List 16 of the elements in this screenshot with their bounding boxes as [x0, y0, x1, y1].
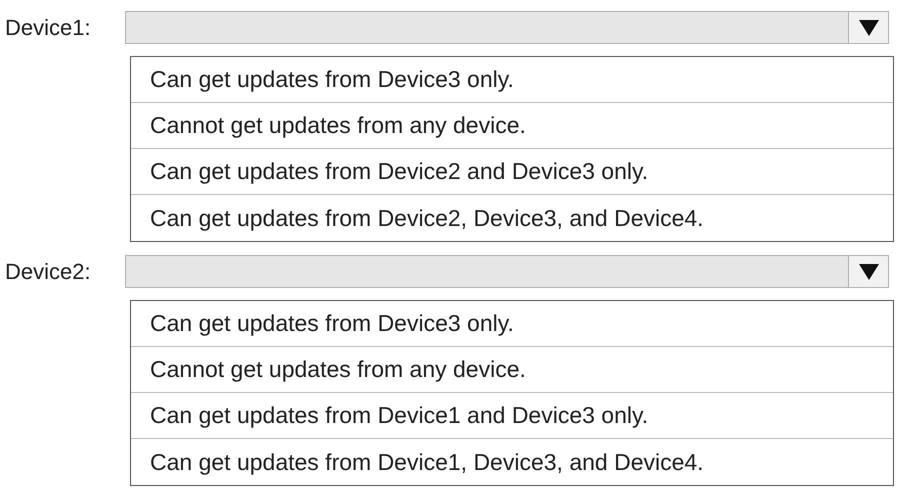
dropdown-button[interactable]: [848, 12, 888, 43]
dropdown-option[interactable]: Can get updates from Device1, Device3, and Device4.: [131, 439, 893, 485]
dropdown-option[interactable]: Cannot get updates from any device.: [131, 103, 893, 149]
dropdown-option[interactable]: Can get updates from Device2, Device3, and Device4.: [131, 195, 893, 241]
caret-down-icon: [858, 264, 878, 280]
device-label: Device1:: [4, 14, 92, 42]
dropdown-option[interactable]: Can get updates from Device3 only.: [131, 57, 893, 103]
device-label: Device2:: [4, 258, 92, 286]
dropdown-option[interactable]: Can get updates from Device2 and Device3 only.: [131, 149, 893, 195]
dropdown-option[interactable]: Can get updates from Device3 only.: [131, 301, 893, 347]
dropdown-field[interactable]: [125, 11, 889, 44]
dropdown-field[interactable]: [125, 255, 889, 288]
caret-down-icon: [858, 20, 878, 36]
dropdown-option[interactable]: Cannot get updates from any device.: [131, 347, 893, 393]
dropdown-button[interactable]: [848, 256, 888, 287]
dropdown-option[interactable]: Can get updates from Device1 and Device3 only.: [131, 393, 893, 439]
